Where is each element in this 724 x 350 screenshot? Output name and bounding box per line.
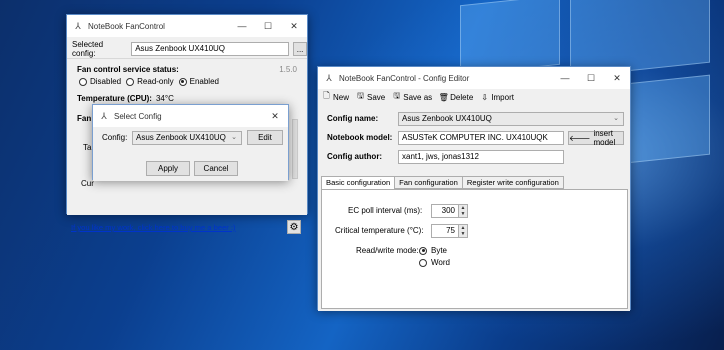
save-icon: 🖫 xyxy=(357,91,364,100)
minimize-button[interactable]: — xyxy=(229,15,255,37)
delete-label: Delete xyxy=(450,92,474,102)
editor-titlebar[interactable]: ⅄ NoteBook FanControl - Config Editor — … xyxy=(318,67,630,89)
status-disabled-label: Disabled xyxy=(90,77,122,86)
tab-fan-configuration[interactable]: Fan configuration xyxy=(394,176,463,189)
word-radio[interactable] xyxy=(419,258,427,267)
maximize-button[interactable]: ☐ xyxy=(255,15,281,37)
save-button[interactable]: 🖫 Save xyxy=(356,91,386,102)
cancel-button[interactable]: Cancel xyxy=(194,161,238,176)
notebook-model-field[interactable]: ASUSTeK COMPUTER INC. UX410UQK xyxy=(398,131,564,145)
donate-link[interactable]: If you like my work, click here to buy m… xyxy=(71,223,236,232)
gear-icon: ⚙ xyxy=(289,221,299,233)
tab-register-write-configuration[interactable]: Register write configuration xyxy=(461,176,564,189)
critical-temp-stepper[interactable]: 75 ▲ ▼ xyxy=(431,224,468,238)
chevron-down-icon[interactable]: ▼ xyxy=(459,211,467,217)
current-label: Cur xyxy=(81,179,94,188)
import-icon: ⇩ xyxy=(481,92,489,102)
insert-model-label: insert model xyxy=(593,129,616,147)
editor-toolbar: 🗋 New 🖫 Save 🖫 Save as 🗑 Delete ⇩ Import xyxy=(318,89,630,105)
divider xyxy=(67,58,307,59)
chevron-down-icon[interactable]: ▼ xyxy=(459,231,467,237)
service-status-label: Fan control service status: xyxy=(77,65,179,74)
fan-app-icon: ⅄ xyxy=(101,110,107,121)
status-readonly-label: Read-only xyxy=(137,77,174,86)
ec-poll-label: EC poll interval (ms): xyxy=(348,206,423,215)
close-button[interactable]: ✕ xyxy=(604,67,630,89)
dialog-config-dropdown[interactable]: Asus Zenbook UX410UQ ⌄ xyxy=(132,131,242,145)
import-label: Import xyxy=(491,92,514,102)
status-readonly-radio[interactable] xyxy=(126,77,135,86)
ec-poll-value[interactable]: 300 xyxy=(431,204,459,218)
fan-app-icon: ⅄ xyxy=(326,72,332,83)
dialog-config-value: Asus Zenbook UX410UQ xyxy=(136,133,226,142)
critical-temp-label: Critical temperature (°C): xyxy=(335,226,424,235)
temperature-label: Temperature (CPU): xyxy=(77,94,152,103)
config-author-label: Config author: xyxy=(327,152,383,161)
edit-button[interactable]: Edit xyxy=(247,130,283,145)
basic-configuration-panel: EC poll interval (ms): 300 ▲ ▼ Critical t… xyxy=(321,189,628,309)
dialog-titlebar[interactable]: ⅄ Select Config ✕ xyxy=(93,105,288,127)
new-button[interactable]: 🗋 New xyxy=(322,91,350,102)
dialog-close-button[interactable]: ✕ xyxy=(262,105,288,127)
save-as-icon: 🖫 xyxy=(393,91,401,100)
save-label: Save xyxy=(367,92,386,102)
rw-mode-label: Read/write mode: xyxy=(356,246,419,255)
selected-config-field: Asus Zenbook UX410UQ xyxy=(131,42,290,56)
temperature-value: 34°C xyxy=(155,94,174,103)
config-name-dropdown[interactable]: Asus Zenbook UX410UQ ⌄ xyxy=(398,112,624,126)
dialog-config-label: Config: xyxy=(102,133,128,142)
browse-config-button[interactable]: ... xyxy=(293,42,307,56)
status-disabled-radio[interactable] xyxy=(79,77,87,86)
new-label: New xyxy=(333,92,350,102)
import-button[interactable]: ⇩ Import xyxy=(480,93,514,102)
maximize-button[interactable]: ☐ xyxy=(578,67,604,89)
dialog-title: Select Config xyxy=(114,111,162,121)
close-button[interactable]: ✕ xyxy=(281,15,307,37)
arrow-left-icon: 🡐 xyxy=(569,134,591,143)
config-name-label: Config name: xyxy=(327,114,379,123)
status-enabled-radio[interactable] xyxy=(178,77,187,86)
config-editor-window: ⅄ NoteBook FanControl - Config Editor — … xyxy=(317,66,631,311)
word-label: Word xyxy=(431,258,450,267)
minimize-button[interactable]: — xyxy=(552,67,578,89)
fan-app-icon: ⅄ xyxy=(75,20,81,31)
chevron-down-icon: ⌄ xyxy=(231,134,237,141)
new-file-icon: 🗋 xyxy=(323,91,330,100)
byte-label: Byte xyxy=(431,246,448,255)
delete-button[interactable]: 🗑 Delete xyxy=(438,92,474,102)
main-window-title: NoteBook FanControl xyxy=(88,21,165,31)
ec-poll-stepper[interactable]: 300 ▲ ▼ xyxy=(431,204,468,218)
config-author-field[interactable]: xant1, jws, jonas1312 xyxy=(398,150,564,164)
apply-button[interactable]: Apply xyxy=(146,161,190,176)
delete-icon: 🗑 xyxy=(438,92,449,102)
chevron-down-icon: ⌄ xyxy=(613,115,619,122)
select-config-dialog: ⅄ Select Config ✕ Config: Asus Zenbook U… xyxy=(92,104,289,181)
version-label: 1.5.0 xyxy=(279,65,297,74)
save-as-label: Save as xyxy=(403,92,433,102)
byte-radio[interactable] xyxy=(419,246,427,255)
save-as-button[interactable]: 🖫 Save as xyxy=(392,91,433,102)
insert-model-button[interactable]: 🡐 insert model xyxy=(568,129,624,147)
tab-basic-configuration[interactable]: Basic configuration xyxy=(321,176,396,190)
editor-window-title: NoteBook FanControl - Config Editor xyxy=(339,73,470,83)
config-name-value: Asus Zenbook UX410UQ xyxy=(402,114,492,123)
selected-config-label: Selected config: xyxy=(72,40,104,58)
main-titlebar[interactable]: ⅄ NoteBook FanControl — ☐ ✕ xyxy=(67,15,307,37)
status-enabled-label: Enabled xyxy=(189,77,219,86)
settings-button[interactable]: ⚙ xyxy=(287,220,301,234)
critical-temp-value[interactable]: 75 xyxy=(431,224,459,238)
notebook-model-label: Notebook model: xyxy=(327,133,393,142)
fan-scrollbar[interactable] xyxy=(292,119,298,179)
